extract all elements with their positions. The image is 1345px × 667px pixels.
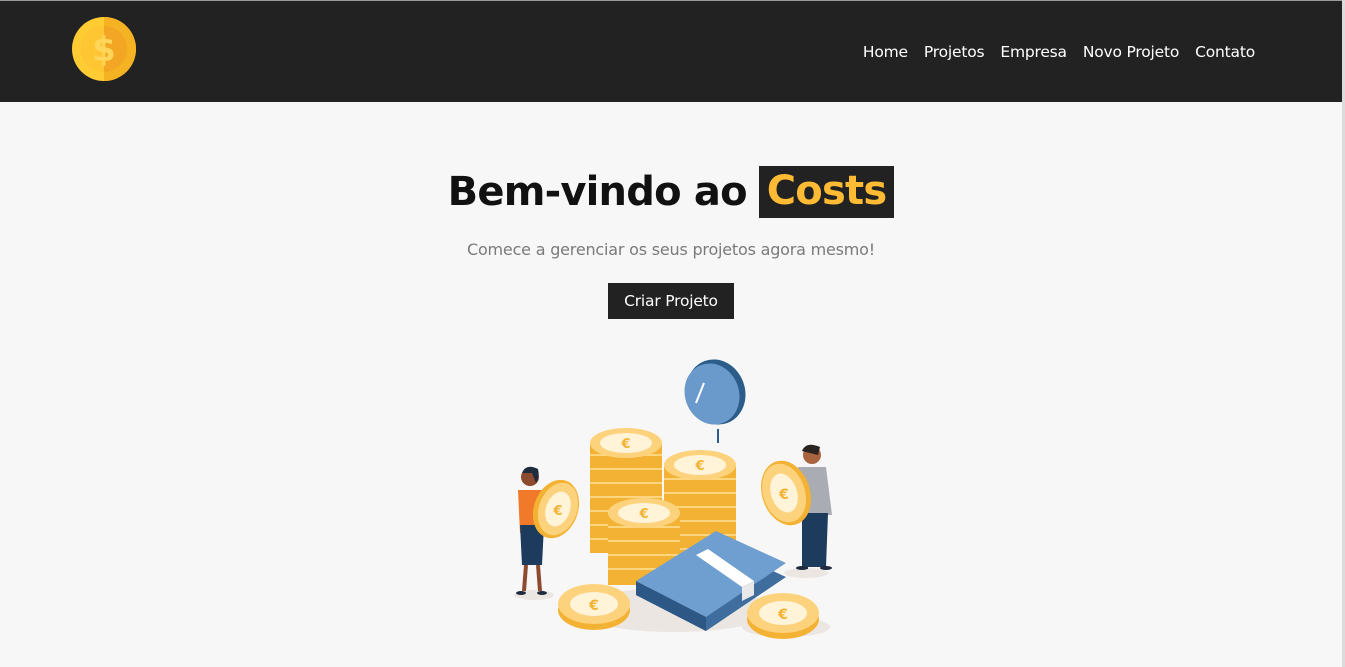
title-prefix: Bem-vindo ao: [447, 169, 748, 215]
nav-link-projetos[interactable]: Projetos: [924, 43, 985, 61]
brand-name: Costs: [758, 166, 895, 218]
svg-text:$: $: [92, 30, 116, 70]
svg-text:€: €: [588, 598, 599, 614]
svg-text:€: €: [778, 487, 789, 503]
page-title: Bem-vindo ao Costs: [448, 166, 895, 218]
hero-subtitle: Comece a gerenciar os seus projetos agor…: [466, 240, 875, 259]
nav-link-empresa[interactable]: Empresa: [1000, 43, 1067, 61]
svg-text:€: €: [777, 607, 788, 623]
svg-text:€: €: [694, 459, 704, 474]
dollar-coin-icon: $: [72, 17, 136, 81]
nav-link-home[interactable]: Home: [863, 43, 908, 61]
nav-link-contato[interactable]: Contato: [1195, 43, 1255, 61]
nav-menu: Home Projetos Empresa Novo Projeto Conta…: [863, 42, 1255, 61]
svg-text:€: €: [638, 507, 648, 522]
create-project-button[interactable]: Criar Projeto: [608, 283, 734, 319]
svg-text:€: €: [552, 504, 562, 519]
savings-coins-illustration: € € € € € € €: [514, 359, 832, 639]
svg-text:€: €: [620, 437, 630, 452]
hero-section: Bem-vindo ao Costs Comece a gerenciar os…: [0, 102, 1342, 319]
nav-link-novo-projeto[interactable]: Novo Projeto: [1083, 43, 1179, 61]
navbar: $ Home Projetos Empresa Novo Projeto Con…: [0, 1, 1342, 102]
